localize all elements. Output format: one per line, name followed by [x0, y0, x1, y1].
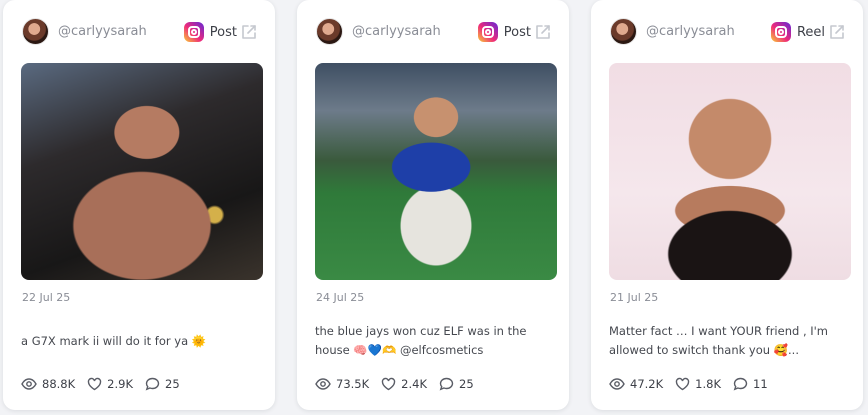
post-card[interactable]: @carlyysarah Post 22 Jul 25 a G7X mark i… — [3, 0, 275, 410]
post-type-label: Reel — [796, 24, 825, 40]
external-link-icon[interactable] — [240, 23, 258, 41]
heart-icon — [87, 377, 102, 391]
avatar[interactable] — [22, 18, 49, 45]
external-link-icon[interactable] — [828, 23, 846, 41]
post-image[interactable] — [21, 63, 263, 280]
engagement-stats: 88.8K 2.9K 25 — [21, 377, 192, 391]
platform-badge[interactable]: Reel — [770, 22, 825, 42]
comment-icon — [733, 377, 748, 391]
post-image[interactable] — [609, 63, 851, 280]
views-stat: 47.2K — [609, 377, 663, 391]
avatar[interactable] — [316, 18, 343, 45]
post-date: 24 Jul 25 — [316, 291, 365, 304]
post-image[interactable] — [315, 63, 557, 280]
creator-handle[interactable]: @carlyysarah — [646, 24, 735, 39]
post-date: 22 Jul 25 — [22, 291, 71, 304]
instagram-icon — [183, 22, 204, 42]
views-count: 73.5K — [336, 377, 370, 391]
card-header: @carlyysarah Reel — [591, 0, 863, 62]
card-header: @carlyysarah Post — [297, 0, 569, 62]
eye-icon — [21, 378, 37, 390]
likes-stat: 2.9K — [87, 377, 133, 391]
platform-badge[interactable]: Post — [183, 22, 237, 42]
comments-count: 11 — [753, 377, 768, 391]
card-header: @carlyysarah Post — [3, 0, 275, 62]
engagement-stats: 47.2K 1.8K 11 — [609, 377, 780, 391]
views-stat: 73.5K — [315, 377, 369, 391]
post-caption: Matter fact … I want YOUR friend , I'm a… — [609, 324, 829, 357]
comments-stat: 25 — [439, 377, 474, 391]
post-card[interactable]: @carlyysarah Post 24 Jul 25 the blue jay… — [297, 0, 569, 410]
comment-icon — [145, 377, 160, 391]
comment-icon — [439, 377, 454, 391]
creator-handle[interactable]: @carlyysarah — [58, 24, 147, 39]
views-count: 88.8K — [42, 377, 76, 391]
likes-count: 1.8K — [695, 377, 721, 391]
comments-stat: 11 — [733, 377, 768, 391]
likes-count: 2.9K — [107, 377, 133, 391]
comments-stat: 25 — [145, 377, 180, 391]
post-caption: a G7X mark ii will do it for ya 🌞 — [21, 334, 207, 348]
instagram-icon — [477, 22, 498, 42]
heart-icon — [675, 377, 690, 391]
eye-icon — [315, 378, 331, 390]
views-stat: 88.8K — [21, 377, 75, 391]
avatar[interactable] — [610, 18, 637, 45]
post-type-label: Post — [503, 24, 531, 40]
post-caption: the blue jays won cuz ELF was in the hou… — [315, 324, 527, 357]
post-type-label: Post — [209, 24, 237, 40]
instagram-icon — [770, 22, 791, 42]
post-card[interactable]: @carlyysarah Reel 21 Jul 25 Matter fact … — [591, 0, 863, 410]
engagement-stats: 73.5K 2.4K 25 — [315, 377, 486, 391]
external-link-icon[interactable] — [534, 23, 552, 41]
likes-stat: 2.4K — [381, 377, 427, 391]
post-date: 21 Jul 25 — [610, 291, 659, 304]
views-count: 47.2K — [630, 377, 664, 391]
likes-stat: 1.8K — [675, 377, 721, 391]
heart-icon — [381, 377, 396, 391]
platform-badge[interactable]: Post — [477, 22, 531, 42]
eye-icon — [609, 378, 625, 390]
comments-count: 25 — [459, 377, 474, 391]
creator-handle[interactable]: @carlyysarah — [352, 24, 441, 39]
comments-count: 25 — [165, 377, 180, 391]
likes-count: 2.4K — [401, 377, 427, 391]
